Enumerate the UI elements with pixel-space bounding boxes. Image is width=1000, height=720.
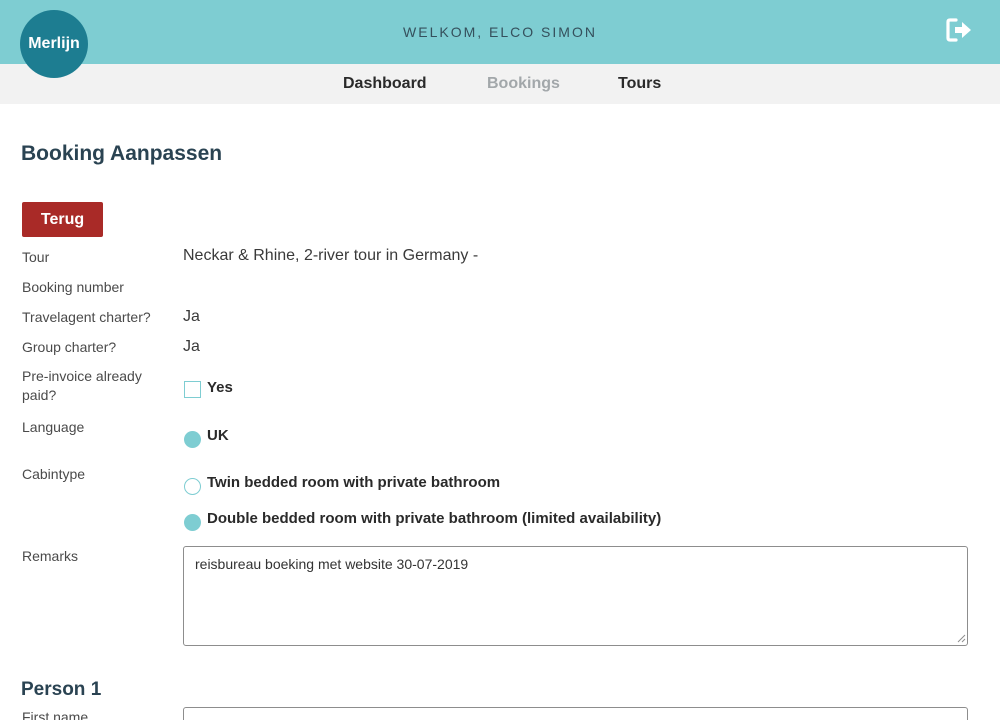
group-charter-value: Ja — [183, 338, 200, 355]
cabintype-radio-double[interactable] — [184, 514, 201, 531]
top-bar: WELKOM, ELCO SIMON — [0, 0, 1000, 64]
cabintype-option-twin[interactable]: Twin bedded room with private bathroom — [207, 474, 500, 491]
cabintype-radio-twin[interactable] — [184, 478, 201, 495]
nav-tours[interactable]: Tours — [618, 75, 661, 93]
cabintype-label: Cabintype — [22, 466, 86, 482]
travelagent-charter-label: Travelagent charter? — [22, 309, 151, 325]
first-name-input[interactable] — [183, 707, 968, 720]
language-radio-uk[interactable] — [184, 431, 201, 448]
merlijn-logo[interactable]: Merlijn — [20, 10, 88, 78]
tour-value: Neckar & Rhine, 2-river tour in Germany … — [183, 247, 479, 264]
pre-invoice-option-label[interactable]: Yes — [207, 379, 233, 396]
welcome-text: WELKOM, ELCO SIMON — [403, 24, 597, 40]
cabintype-option-double[interactable]: Double bedded room with private bathroom… — [207, 510, 661, 527]
pre-invoice-label: Pre-invoice already paid? — [22, 368, 142, 403]
tour-label: Tour — [22, 249, 50, 265]
main-nav: Dashboard Bookings Tours — [0, 64, 1000, 104]
back-button[interactable]: Terug — [22, 202, 103, 237]
language-label: Language — [22, 419, 85, 435]
nav-dashboard[interactable]: Dashboard — [343, 75, 427, 93]
remarks-label: Remarks — [22, 548, 79, 564]
person-heading: Person 1 — [21, 679, 102, 700]
page-title: Booking Aanpassen — [21, 142, 223, 165]
resize-grip-icon[interactable] — [957, 634, 966, 643]
travelagent-charter-value: Ja — [183, 308, 200, 325]
group-charter-label: Group charter? — [22, 339, 117, 355]
nav-bookings[interactable]: Bookings — [487, 75, 560, 93]
pre-invoice-checkbox[interactable] — [184, 381, 201, 398]
logout-icon[interactable] — [946, 17, 974, 43]
booking-number-label: Booking number — [22, 279, 124, 295]
first-name-label: First name — [22, 709, 89, 720]
language-option-uk[interactable]: UK — [207, 427, 229, 444]
remarks-textarea[interactable]: reisbureau boeking met website 30-07-201… — [183, 546, 968, 646]
